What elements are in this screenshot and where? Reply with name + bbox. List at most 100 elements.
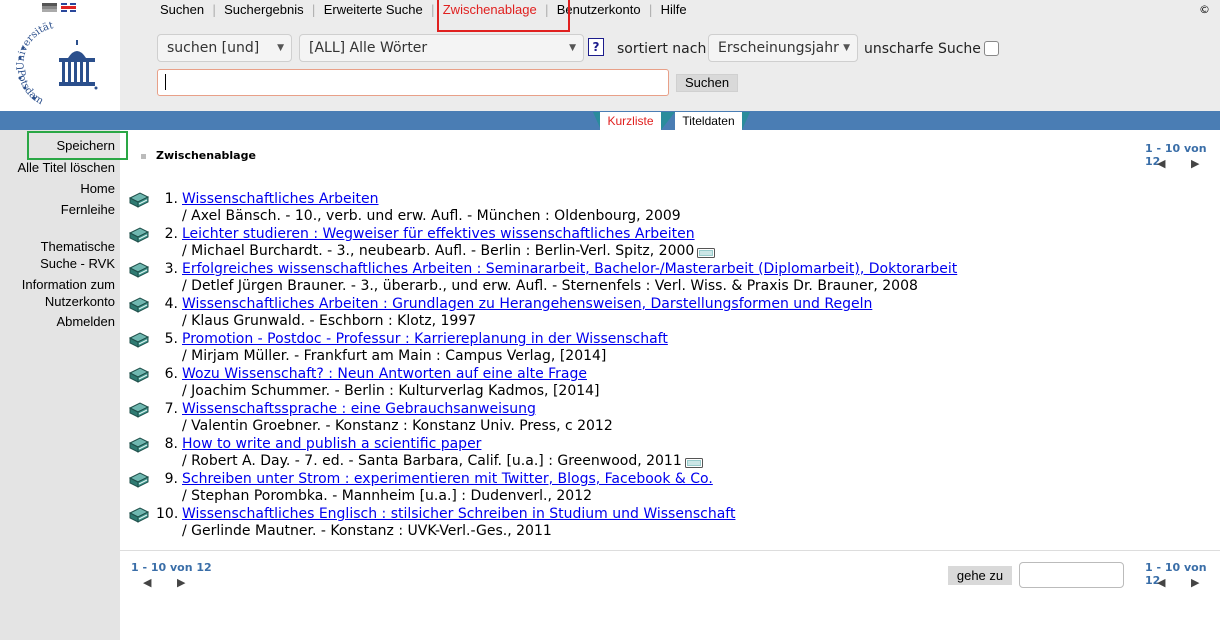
svg-text:Universität: Universität: [15, 20, 54, 70]
pager-prev-bottom-right[interactable]: ◀: [1157, 576, 1165, 589]
chevron-down-icon: ▼: [843, 43, 850, 53]
text-caret: [165, 74, 166, 90]
search-operator-value: suchen [und]: [167, 40, 260, 56]
result-title-link[interactable]: Wissenschaftliches Arbeiten : Grundlagen…: [182, 296, 872, 312]
result-number: 8.: [164, 436, 178, 452]
search-input[interactable]: [157, 69, 669, 96]
result-meta: / Robert A. Day. - 7. ed. - Santa Barbar…: [182, 453, 703, 469]
pager-info-bottom-left: 1 - 10 von 12: [131, 561, 212, 574]
result-title-link[interactable]: Schreiben unter Strom : experimentieren …: [182, 471, 713, 487]
result-title-link[interactable]: Wozu Wissenschaft? : Neun Antworten auf …: [182, 366, 587, 382]
book-icon[interactable]: [128, 366, 150, 384]
search-operator-select[interactable]: suchen [und] ▼: [157, 34, 292, 62]
tab-corner-decoration: [661, 112, 675, 130]
pager-next-top[interactable]: ▶: [1191, 157, 1199, 170]
result-number: 10.: [156, 506, 179, 522]
book-icon[interactable]: [128, 226, 150, 244]
search-field-value: [ALL] Alle Wörter: [309, 40, 428, 56]
goto-page-button[interactable]: gehe zu: [948, 566, 1012, 585]
university-logo[interactable]: Universität Potsdam: [10, 18, 106, 110]
pager-next-bottom-right[interactable]: ▶: [1191, 576, 1199, 589]
result-title-link[interactable]: Wissenschaftliches Englisch : stilsicher…: [182, 506, 735, 522]
save-highlight: [27, 131, 128, 160]
result-title-link[interactable]: Wissenschaftssprache : eine Gebrauchsanw…: [182, 401, 536, 417]
result-meta: / Gerlinde Mautner. - Konstanz : UVK-Ver…: [182, 523, 552, 539]
sidebar-item-thematic-search[interactable]: Thematische Suche - RVK: [15, 238, 115, 272]
result-meta-text: / Joachim Schummer. - Berlin : Kulturver…: [182, 383, 600, 399]
result-meta-text: / Valentin Groebner. - Konstanz : Konsta…: [182, 418, 613, 434]
nav-search[interactable]: Suchen: [120, 0, 212, 20]
language-switcher: [42, 3, 76, 12]
result-number: 1.: [164, 191, 178, 207]
page-title: Zwischenablage: [156, 149, 256, 162]
book-icon[interactable]: [128, 191, 150, 209]
search-button[interactable]: Suchen: [676, 74, 738, 92]
sort-select[interactable]: Erscheinungsjahr ▼: [708, 34, 858, 62]
nav-help[interactable]: Hilfe: [653, 0, 695, 20]
result-meta: / Axel Bänsch. - 10., verb. und erw. Auf…: [182, 208, 681, 224]
fuzzy-search-checkbox[interactable]: [984, 41, 999, 56]
result-number: 7.: [164, 401, 178, 417]
bullet-icon: [141, 153, 146, 159]
divider: [120, 550, 1220, 551]
book-icon[interactable]: [128, 401, 150, 419]
result-meta-text: / Detlef Jürgen Brauner. - 3., überarb.,…: [182, 278, 918, 294]
book-icon[interactable]: [128, 331, 150, 349]
pager-prev-top[interactable]: ◀: [1157, 157, 1165, 170]
help-button[interactable]: ?: [588, 38, 604, 56]
book-icon[interactable]: [128, 261, 150, 279]
result-title-link[interactable]: How to write and publish a scientific pa…: [182, 436, 481, 452]
result-meta-text: / Mirjam Müller. - Frankfurt am Main : C…: [182, 348, 607, 364]
nav-results[interactable]: Suchergebnis: [216, 0, 312, 20]
tab-title-data[interactable]: Titeldaten: [675, 112, 742, 130]
sidebar-item-delete-all[interactable]: Alle Titel löschen: [17, 159, 115, 176]
top-navigation: Suchen | Suchergebnis | Erweiterte Suche…: [120, 0, 1220, 20]
result-title-link[interactable]: Wissenschaftliches Arbeiten: [182, 191, 379, 207]
result-meta-text: / Stephan Porombka. - Mannheim [u.a.] : …: [182, 488, 593, 504]
logo-column: Universität Potsdam: [0, 0, 120, 111]
result-number: 3.: [164, 261, 178, 277]
result-number: 4.: [164, 296, 178, 312]
chevron-down-icon: ▼: [277, 43, 284, 53]
pager-next-bottom-left[interactable]: ▶: [177, 576, 185, 589]
tab-corner-decoration: [742, 112, 750, 130]
result-number: 9.: [164, 471, 178, 487]
tab-short-list[interactable]: Kurzliste: [600, 112, 661, 130]
result-meta: / Detlef Jürgen Brauner. - 3., überarb.,…: [182, 278, 918, 294]
ebook-icon[interactable]: [697, 246, 716, 258]
sidebar-item-interlibrary-loan[interactable]: Fernleihe: [61, 201, 115, 218]
sidebar-item-home[interactable]: Home: [80, 180, 115, 197]
result-meta-text: / Michael Burchardt. - 3., neubearb. Auf…: [182, 243, 695, 259]
goto-page-input[interactable]: [1019, 562, 1124, 588]
pager-prev-bottom-left[interactable]: ◀: [143, 576, 151, 589]
book-icon[interactable]: [128, 506, 150, 524]
result-meta-text: / Axel Bänsch. - 10., verb. und erw. Auf…: [182, 208, 681, 224]
book-icon[interactable]: [128, 436, 150, 454]
sidebar-item-logout[interactable]: Abmelden: [56, 313, 115, 330]
result-title-link[interactable]: Leichter studieren : Wegweiser für effek…: [182, 226, 695, 242]
result-title-link[interactable]: Erfolgreiches wissenschaftliches Arbeite…: [182, 261, 957, 277]
sort-value: Erscheinungsjahr: [718, 40, 839, 56]
book-icon[interactable]: [128, 296, 150, 314]
sort-label: sortiert nach: [617, 41, 707, 57]
result-meta: / Mirjam Müller. - Frankfurt am Main : C…: [182, 348, 606, 364]
search-field-select[interactable]: [ALL] Alle Wörter ▼: [299, 34, 584, 62]
fuzzy-search-label: unscharfe Suche: [864, 41, 981, 57]
german-flag-icon[interactable]: [42, 3, 57, 12]
result-meta: / Michael Burchardt. - 3., neubearb. Auf…: [182, 243, 716, 259]
result-meta: / Stephan Porombka. - Mannheim [u.a.] : …: [182, 488, 592, 504]
copyright-icon[interactable]: ©: [1199, 3, 1210, 16]
chevron-down-icon: ▼: [569, 43, 576, 53]
book-icon[interactable]: [128, 471, 150, 489]
svg-text:Potsdam: Potsdam: [15, 69, 46, 107]
english-flag-icon[interactable]: [61, 3, 76, 12]
result-meta-text: / Robert A. Day. - 7. ed. - Santa Barbar…: [182, 453, 682, 469]
result-number: 5.: [164, 331, 178, 347]
sidebar-item-account-info[interactable]: Information zum Nutzerkonto: [5, 276, 115, 310]
result-title-link[interactable]: Promotion - Postdoc - Professur : Karrie…: [182, 331, 668, 347]
sidebar: Speichern Alle Titel löschen Home Fernle…: [0, 130, 120, 640]
ebook-icon[interactable]: [684, 456, 703, 468]
result-number: 2.: [164, 226, 178, 242]
nav-advanced-search[interactable]: Erweiterte Suche: [316, 0, 431, 20]
result-meta-text: / Gerlinde Mautner. - Konstanz : UVK-Ver…: [182, 523, 552, 539]
